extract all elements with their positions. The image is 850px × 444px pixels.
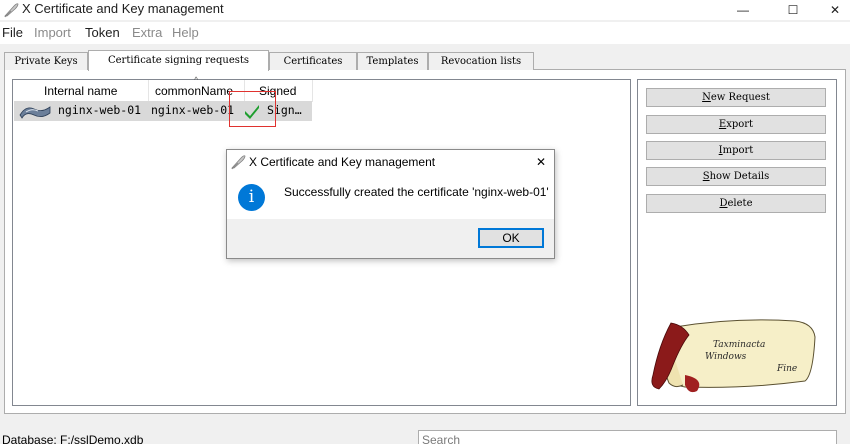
ok-button[interactable]: OK [478, 228, 544, 248]
show-details-button[interactable]: Show Details [646, 167, 826, 186]
tab-templates[interactable]: Templates [357, 52, 428, 70]
import-button[interactable]: Import [646, 141, 826, 160]
tab-certificate-signing-requests[interactable]: Certificate signing requests [88, 50, 269, 71]
annotation-highlight-box [229, 91, 276, 127]
info-icon: i [238, 184, 265, 211]
search-input[interactable]: Search [418, 430, 837, 444]
dialog-close-button[interactable]: ✕ [531, 152, 551, 172]
csr-request-icon [19, 106, 51, 119]
dialog-body: i Successfully created the certificate '… [227, 175, 554, 219]
dialog-feather-icon [231, 155, 246, 170]
menu-file[interactable]: File [2, 25, 23, 40]
cell-internal-name: nginx-web-01 [58, 103, 142, 117]
new-request-button[interactable]: New Request [646, 88, 826, 107]
menu-import[interactable]: Import [34, 25, 71, 40]
cell-common-name: nginx-web-01 [151, 103, 235, 117]
menu-bar: File Import Token Extra Help [0, 22, 850, 44]
export-button[interactable]: Export [646, 115, 826, 134]
scroll-text-3: Fine [776, 364, 797, 374]
window-titlebar: X Certificate and Key management — ☐ ✕ [0, 0, 850, 20]
delete-button[interactable]: Delete [646, 194, 826, 213]
sort-ascending-icon: ^ [194, 75, 199, 85]
dialog-titlebar: X Certificate and Key management ✕ [227, 150, 554, 175]
menu-extra[interactable]: Extra [132, 25, 162, 40]
close-window-button[interactable]: ✕ [812, 0, 850, 20]
csr-scroll-illustration: Taxminacta Windows Fine [651, 319, 816, 393]
message-dialog: X Certificate and Key management ✕ i Suc… [226, 149, 555, 259]
column-header-internal-name[interactable]: Internal name [13, 80, 149, 102]
dialog-message: Successfully created the certificate 'ng… [284, 185, 549, 199]
tab-private-keys[interactable]: Private Keys [4, 52, 88, 70]
menu-help[interactable]: Help [172, 25, 199, 40]
database-status: Database: F:/sslDemo.xdb [2, 433, 144, 444]
tab-revocation-lists[interactable]: Revocation lists [428, 52, 534, 70]
dialog-title: X Certificate and Key management [249, 155, 436, 169]
window-title: X Certificate and Key management [22, 1, 224, 16]
scroll-text-1: Taxminacta [713, 340, 765, 350]
menu-token[interactable]: Token [85, 25, 120, 40]
scroll-text-2: Windows [705, 352, 747, 362]
minimize-button[interactable]: — [720, 0, 766, 20]
tab-certificates[interactable]: Certificates [269, 52, 357, 70]
app-feather-icon [4, 3, 19, 18]
maximize-button[interactable]: ☐ [770, 0, 816, 20]
